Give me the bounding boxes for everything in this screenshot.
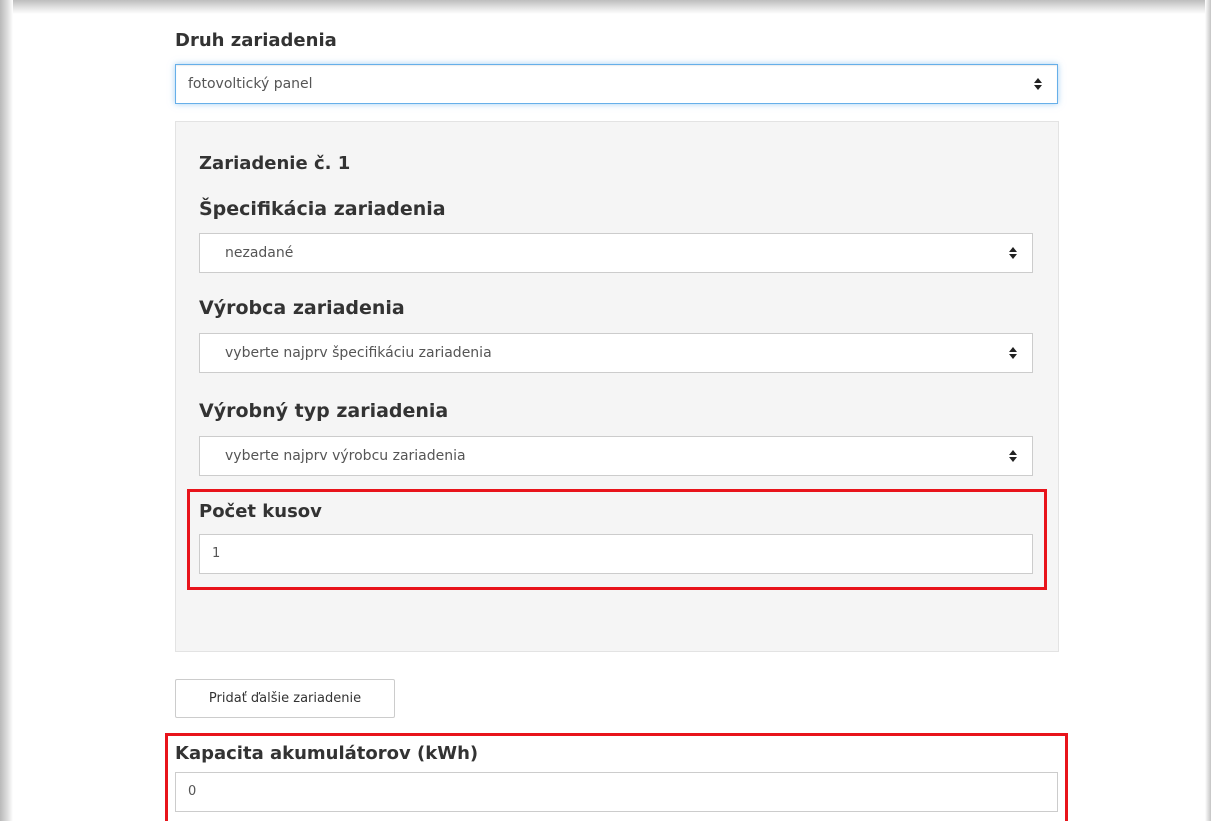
quantity-input[interactable]: 1	[199, 534, 1033, 574]
frame-shadow-top	[0, 0, 1211, 14]
battery-capacity-input[interactable]: 0	[175, 772, 1058, 812]
select-arrows-icon	[1009, 247, 1017, 259]
select-arrows-icon	[1034, 78, 1042, 90]
frame-shadow-right	[1205, 0, 1211, 821]
manufacturer-label: Výrobca zariadenia	[199, 297, 405, 319]
select-arrows-icon	[1009, 347, 1017, 359]
model-value: vyberte najprv výrobcu zariadenia	[225, 448, 466, 464]
select-arrows-icon	[1009, 450, 1017, 462]
model-label: Výrobný typ zariadenia	[199, 400, 449, 422]
quantity-label: Počet kusov	[199, 501, 322, 522]
specification-select[interactable]: nezadané	[199, 233, 1033, 273]
specification-value: nezadané	[225, 245, 294, 261]
model-select[interactable]: vyberte najprv výrobcu zariadenia	[199, 436, 1033, 476]
add-device-button[interactable]: Pridať ďalšie zariadenie	[175, 679, 395, 718]
specification-label: Špecifikácia zariadenia	[199, 198, 446, 220]
manufacturer-select[interactable]: vyberte najprv špecifikáciu zariadenia	[199, 333, 1033, 373]
device-heading: Zariadenie č. 1	[199, 153, 351, 174]
device-type-value: fotovoltický panel	[188, 76, 313, 92]
device-type-select[interactable]: fotovoltický panel	[175, 64, 1058, 104]
battery-capacity-label: Kapacita akumulátorov (kWh)	[175, 743, 479, 764]
manufacturer-value: vyberte najprv špecifikáciu zariadenia	[225, 345, 492, 361]
device-type-label: Druh zariadenia	[175, 30, 337, 51]
form-screenshot: Druh zariadenia fotovoltický panel Zaria…	[0, 0, 1211, 821]
frame-shadow-left	[0, 0, 13, 821]
